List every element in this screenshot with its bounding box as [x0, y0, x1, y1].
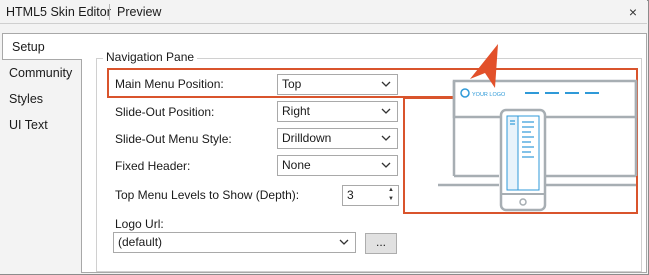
tab-html5-skin-editor[interactable]: HTML5 Skin Editor	[0, 0, 117, 24]
tab-preview[interactable]: Preview	[111, 0, 167, 24]
fixed-header-select[interactable]: None	[277, 155, 398, 176]
tab-styles[interactable]: Styles	[0, 87, 82, 112]
tab-setup[interactable]: Setup	[2, 33, 82, 60]
spin-up-icon[interactable]: ▲	[384, 186, 398, 195]
tab-ui-text[interactable]: UI Text	[0, 113, 82, 138]
chevron-down-icon	[339, 238, 349, 246]
logo-url-label: Logo Url:	[115, 217, 164, 231]
phone-slideout-panel	[506, 115, 519, 191]
slide-out-menu-style-value: Drilldown	[282, 131, 332, 145]
chevron-down-icon	[381, 161, 391, 169]
slide-out-position-value: Right	[282, 104, 311, 118]
slide-out-menu-style-label: Slide-Out Menu Style:	[115, 132, 232, 146]
top-menu-levels-value: 3	[347, 188, 354, 202]
chevron-down-icon	[381, 107, 391, 115]
slide-out-position-label: Slide-Out Position:	[115, 105, 215, 119]
spin-down-icon[interactable]: ▼	[384, 195, 398, 204]
layout-preview-illustration: YOUR LOGO	[438, 44, 638, 212]
tab-separator	[109, 4, 110, 20]
logo-url-value: (default)	[118, 235, 163, 249]
slide-out-position-select[interactable]: Right	[277, 101, 398, 122]
browse-button[interactable]: ...	[365, 233, 397, 254]
logo-text: YOUR LOGO	[472, 92, 506, 98]
close-icon[interactable]: ×	[625, 4, 641, 20]
slide-out-menu-style-select[interactable]: Drilldown	[277, 128, 398, 149]
chevron-down-icon	[381, 134, 391, 142]
top-menu-levels-spinner[interactable]: 3 ▲ ▼	[342, 185, 399, 206]
top-menu-levels-label: Top Menu Levels to Show (Depth):	[115, 188, 300, 202]
logo-url-select[interactable]: (default)	[113, 232, 356, 253]
tab-community[interactable]: Community	[0, 61, 82, 86]
fixed-header-label: Fixed Header:	[115, 159, 191, 173]
group-title: Navigation Pane	[103, 50, 198, 64]
fixed-header-value: None	[282, 158, 311, 172]
document-tab-bar: HTML5 Skin Editor Preview ×	[0, 0, 647, 24]
